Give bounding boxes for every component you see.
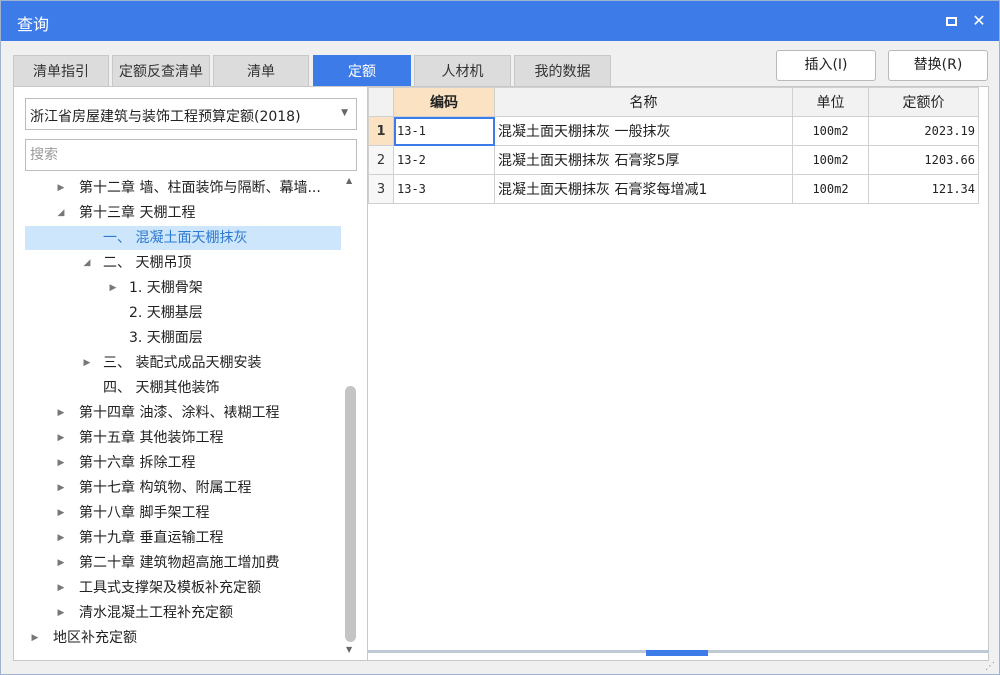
insert-button[interactable]: 插入(I) bbox=[776, 50, 876, 81]
tab-bill[interactable]: 清单 bbox=[213, 55, 309, 87]
tree-item[interactable]: 2. 天棚基层 bbox=[25, 301, 341, 325]
code-cell[interactable]: 13-2 bbox=[393, 145, 495, 175]
tab-quota[interactable]: 定额 bbox=[313, 55, 411, 87]
row-number-header bbox=[368, 87, 394, 117]
expand-arrow-icon[interactable]: ▶ bbox=[55, 176, 67, 200]
selected-library: 浙江省房屋建筑与装饰工程预算定额(2018) bbox=[30, 109, 301, 125]
content-panel: 浙江省房屋建筑与装饰工程预算定额(2018) ▼ ▶ 第十二章 墙、柱面装饰与隔… bbox=[13, 86, 989, 661]
expand-arrow-icon[interactable]: ▶ bbox=[55, 551, 67, 575]
expand-arrow-icon[interactable]: ▶ bbox=[55, 526, 67, 550]
tree-item[interactable]: 3. 天棚面层 bbox=[25, 326, 341, 350]
expand-arrow-icon[interactable]: ▶ bbox=[55, 501, 67, 525]
close-icon[interactable]: ✕ bbox=[967, 9, 991, 33]
resize-grip-icon[interactable]: ⋰ bbox=[985, 661, 995, 672]
expand-arrow-icon[interactable]: ▶ bbox=[55, 476, 67, 500]
expand-arrow-icon[interactable]: ▶ bbox=[55, 576, 67, 600]
name-cell[interactable]: 混凝土面天棚抹灰 石膏浆每增减1 bbox=[494, 174, 793, 204]
column-header-unit[interactable]: 单位 bbox=[792, 87, 869, 117]
tab-bill-guide[interactable]: 清单指引 bbox=[13, 55, 109, 87]
expand-arrow-icon[interactable]: ▶ bbox=[81, 351, 93, 375]
tree-item[interactable]: ▶ 清水混凝土工程补充定额 bbox=[25, 601, 341, 625]
tree-item[interactable]: ▶ 第十二章 墙、柱面装饰与隔断、幕墙... bbox=[25, 176, 341, 200]
tree-item[interactable]: ▶ 第十八章 脚手架工程 bbox=[25, 501, 341, 525]
expand-arrow-icon[interactable]: ▶ bbox=[107, 276, 119, 300]
maximize-icon[interactable] bbox=[939, 9, 963, 33]
tree-item[interactable]: ▶ 第二十章 建筑物超高施工增加费 bbox=[25, 551, 341, 575]
column-header-price[interactable]: 定额价 bbox=[868, 87, 979, 117]
name-cell[interactable]: 混凝土面天棚抹灰 石膏浆5厚 bbox=[494, 145, 793, 175]
query-dialog: 查询 ✕ 清单指引 定额反查清单 清单 定额 人材机 我的数据 插入(I) 替换… bbox=[0, 0, 1000, 675]
table-row[interactable]: 3 13-3 混凝土面天棚抹灰 石膏浆每增减1 100m2 121.34 bbox=[368, 174, 979, 204]
code-cell[interactable]: 13-1 bbox=[393, 116, 495, 146]
search-input[interactable] bbox=[25, 139, 357, 171]
expand-arrow-icon[interactable]: ▶ bbox=[55, 401, 67, 425]
unit-cell[interactable]: 100m2 bbox=[792, 116, 869, 146]
tree-item[interactable]: ▶ 第十九章 垂直运输工程 bbox=[25, 526, 341, 550]
tab-labor-material-machine[interactable]: 人材机 bbox=[414, 55, 511, 87]
unit-cell[interactable]: 100m2 bbox=[792, 174, 869, 204]
tree-item[interactable]: ▶ 第十七章 构筑物、附属工程 bbox=[25, 476, 341, 500]
tree-item[interactable]: ▶ 第十六章 拆除工程 bbox=[25, 451, 341, 475]
navigation-pane: 浙江省房屋建筑与装饰工程预算定额(2018) ▼ ▶ 第十二章 墙、柱面装饰与隔… bbox=[14, 87, 366, 660]
column-header-name[interactable]: 名称 bbox=[494, 87, 793, 117]
collapse-arrow-icon[interactable]: ◢ bbox=[55, 201, 67, 225]
grid-horizontal-scrollbar[interactable] bbox=[368, 650, 989, 658]
quota-library-select[interactable]: 浙江省房屋建筑与装饰工程预算定额(2018) ▼ bbox=[25, 98, 357, 130]
tree-item[interactable]: ▶ 地区补充定额 bbox=[25, 626, 341, 650]
expand-arrow-icon[interactable]: ▶ bbox=[55, 451, 67, 475]
column-header-code[interactable]: 编码 bbox=[393, 87, 495, 117]
quota-table: 编码 名称 单位 定额价 1 13-1 混凝土面天棚抹灰 一般抹灰 100m2 … bbox=[368, 87, 979, 204]
expand-arrow-icon[interactable]: ▶ bbox=[55, 426, 67, 450]
table-row[interactable]: 1 13-1 混凝土面天棚抹灰 一般抹灰 100m2 2023.19 bbox=[368, 116, 979, 146]
tab-my-data[interactable]: 我的数据 bbox=[514, 55, 611, 87]
row-number[interactable]: 3 bbox=[368, 174, 394, 204]
tree-item[interactable]: ◢ 第十三章 天棚工程 bbox=[25, 201, 341, 225]
tree-item[interactable]: 四、 天棚其他装饰 bbox=[25, 376, 341, 400]
chevron-down-icon[interactable]: ▼ bbox=[341, 108, 348, 118]
table-row[interactable]: 2 13-2 混凝土面天棚抹灰 石膏浆5厚 100m2 1203.66 bbox=[368, 145, 979, 175]
replace-button[interactable]: 替换(R) bbox=[888, 50, 988, 81]
chapter-tree: ▶ 第十二章 墙、柱面装饰与隔断、幕墙... ◢ 第十三章 天棚工程 一、 混凝… bbox=[25, 176, 341, 654]
unit-cell[interactable]: 100m2 bbox=[792, 145, 869, 175]
scroll-up-icon[interactable]: ▲ bbox=[346, 176, 352, 185]
tree-item[interactable]: ▶ 三、 装配式成品天棚安装 bbox=[25, 351, 341, 375]
dialog-title: 查询 bbox=[17, 15, 50, 34]
tree-item[interactable]: ▶ 第十五章 其他装饰工程 bbox=[25, 426, 341, 450]
title-bar[interactable]: 查询 ✕ bbox=[1, 1, 999, 41]
expand-arrow-icon[interactable]: ▶ bbox=[55, 601, 67, 625]
scroll-down-icon[interactable]: ▼ bbox=[346, 645, 352, 654]
name-cell[interactable]: 混凝土面天棚抹灰 一般抹灰 bbox=[494, 116, 793, 146]
splitter-handle[interactable] bbox=[646, 650, 708, 656]
tree-scrollbar[interactable]: ▲ ▼ bbox=[343, 176, 357, 654]
tree-item-selected[interactable]: 一、 混凝土面天棚抹灰 bbox=[25, 226, 341, 250]
tree-item[interactable]: ▶ 第十四章 油漆、涂料、裱糊工程 bbox=[25, 401, 341, 425]
tab-quota-reverse-lookup[interactable]: 定额反查清单 bbox=[112, 55, 210, 87]
tree-item[interactable]: ◢ 二、 天棚吊顶 bbox=[25, 251, 341, 275]
price-cell[interactable]: 2023.19 bbox=[868, 116, 979, 146]
scrollbar-thumb[interactable] bbox=[345, 386, 356, 642]
table-header-row: 编码 名称 单位 定额价 bbox=[368, 87, 979, 117]
row-number[interactable]: 2 bbox=[368, 145, 394, 175]
tree-item[interactable]: ▶ 1. 天棚骨架 bbox=[25, 276, 341, 300]
row-number[interactable]: 1 bbox=[368, 116, 394, 146]
expand-arrow-icon[interactable]: ▶ bbox=[29, 626, 41, 650]
code-cell[interactable]: 13-3 bbox=[393, 174, 495, 204]
tree-item[interactable]: ▶ 工具式支撑架及模板补充定额 bbox=[25, 576, 341, 600]
price-cell[interactable]: 121.34 bbox=[868, 174, 979, 204]
collapse-arrow-icon[interactable]: ◢ bbox=[81, 251, 93, 275]
quota-grid-pane: 编码 名称 单位 定额价 1 13-1 混凝土面天棚抹灰 一般抹灰 100m2 … bbox=[367, 87, 989, 660]
price-cell[interactable]: 1203.66 bbox=[868, 145, 979, 175]
